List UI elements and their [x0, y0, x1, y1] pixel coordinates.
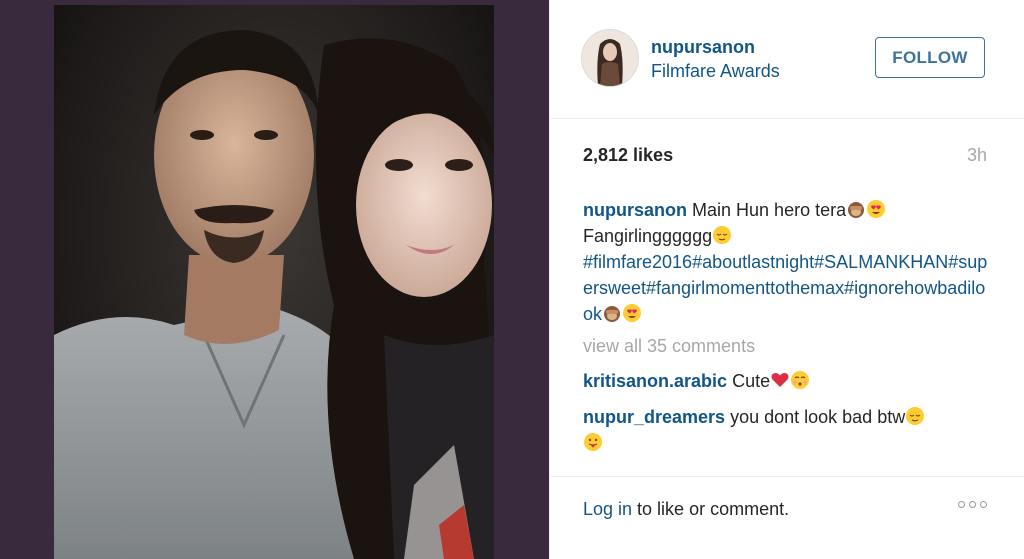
- photo-illustration: [54, 30, 494, 559]
- post-caption: nupursanon Main Hun hero tera Fangirling…: [583, 197, 993, 327]
- relieved-face-icon: [906, 407, 925, 425]
- red-heart-icon: [771, 373, 789, 387]
- avatar-image: [582, 30, 638, 86]
- more-options-dot: [980, 501, 987, 508]
- avatar[interactable]: [581, 29, 639, 87]
- tongue-face-icon: [584, 433, 602, 451]
- view-all-comments-link[interactable]: view all 35 comments: [583, 336, 755, 357]
- more-options-dot: [969, 501, 976, 508]
- login-text: to like or comment.: [632, 499, 790, 519]
- caption-text-line2: Fangirlingggggg: [583, 226, 713, 246]
- caption-hashtags[interactable]: #filmfare2016#aboutlastnight#SALMANKHAN#…: [583, 252, 987, 324]
- comment-text: Cute: [732, 371, 771, 391]
- heart-eyes-icon: [867, 200, 886, 218]
- photo-panel: [0, 0, 549, 559]
- login-link[interactable]: Log in: [583, 499, 632, 519]
- heart-eyes-icon: [623, 304, 642, 322]
- likes-count[interactable]: 2,812 likes: [583, 145, 673, 166]
- relieved-face-icon: [713, 226, 732, 244]
- caption-username[interactable]: nupursanon: [583, 200, 687, 220]
- post-photo[interactable]: [54, 5, 494, 559]
- post-sidebar: nupursanon Filmfare Awards FOLLOW 2,812 …: [549, 0, 1024, 559]
- comment-item: kritisanon.arabic Cute: [583, 368, 993, 394]
- post-footer: Log in to like or comment.: [550, 476, 1024, 559]
- login-prompt: Log in to like or comment.: [583, 499, 789, 520]
- post-header: nupursanon Filmfare Awards FOLLOW: [550, 0, 1024, 119]
- caption-text-line1: Main Hun hero tera: [692, 200, 847, 220]
- post-username[interactable]: nupursanon: [651, 37, 755, 58]
- comment-username[interactable]: kritisanon.arabic: [583, 371, 727, 391]
- see-no-evil-monkey-icon: [848, 202, 865, 218]
- comment-username[interactable]: nupur_dreamers: [583, 407, 725, 427]
- comment-item: nupur_dreamers you dont look bad btw: [583, 404, 993, 456]
- kissing-face-icon: [791, 371, 810, 389]
- comment-text: you dont look bad btw: [730, 407, 906, 427]
- post-location[interactable]: Filmfare Awards: [651, 61, 780, 82]
- more-options-dot: [958, 501, 965, 508]
- post-time[interactable]: 3h: [967, 145, 987, 166]
- see-no-evil-monkey-icon: [604, 306, 621, 322]
- more-options-icon[interactable]: [958, 501, 987, 508]
- follow-button[interactable]: FOLLOW: [875, 37, 985, 78]
